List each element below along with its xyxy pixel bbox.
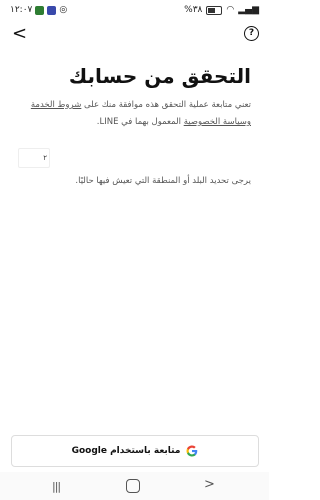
recents-button[interactable]: |||: [52, 480, 61, 493]
status-bar: ١٢:٠٧ ◎ %٣٨ ◠ ▂▄▆: [0, 0, 269, 22]
region-value: ٢: [43, 154, 47, 162]
help-icon: ?: [248, 28, 255, 38]
app-notification-icon-2: [47, 5, 57, 15]
page-title: التحقق من حسابك: [68, 64, 251, 88]
region-selector[interactable]: ٢: [18, 148, 50, 168]
wifi-icon: ◠: [226, 5, 235, 15]
privacy-policy-link[interactable]: وسياسة الخصوصية: [184, 117, 251, 127]
region-hint: يرجى تحديد البلد أو المنطقة التي تعيش في…: [75, 176, 251, 186]
back-arrow-icon: <: [12, 23, 28, 44]
continue-with-google-button[interactable]: متابعة باستخدام Google: [11, 435, 259, 467]
desc-suffix: المعمول بهما في LINE.: [96, 117, 184, 127]
help-button[interactable]: ?: [244, 26, 259, 41]
status-time: ١٢:٠٧: [10, 5, 33, 15]
app-notification-icon: [35, 5, 45, 15]
top-bar: < ?: [0, 22, 269, 46]
verification-description: تعني متابعة عملية التحقق هذه موافقة منك …: [11, 97, 251, 131]
instagram-icon: ◎: [59, 5, 68, 15]
system-nav-bar: ||| >: [0, 472, 269, 500]
home-button[interactable]: [126, 479, 140, 493]
system-back-button[interactable]: >: [204, 477, 215, 492]
google-icon: [186, 445, 198, 457]
signal-icon: ▂▄▆: [238, 5, 259, 15]
status-right: %٣٨ ◠ ▂▄▆: [184, 5, 259, 15]
status-left: ١٢:٠٧ ◎: [10, 5, 67, 15]
terms-of-service-link[interactable]: شروط الخدمة: [31, 100, 82, 110]
battery-icon: [206, 5, 223, 15]
battery-text: %٣٨: [184, 5, 203, 15]
desc-prefix: تعني متابعة عملية التحقق هذه موافقة منك …: [81, 100, 251, 110]
back-button[interactable]: <: [12, 25, 27, 43]
google-button-label: متابعة باستخدام Google: [71, 446, 181, 456]
